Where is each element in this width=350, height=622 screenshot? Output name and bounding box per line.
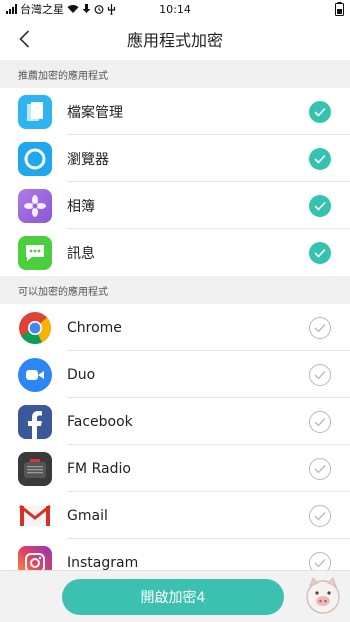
app-name: Gmail: [67, 507, 108, 524]
pig-mascot-icon: [306, 577, 340, 614]
app-name: 檔案管理: [67, 104, 123, 121]
file-manager-icon: [18, 94, 52, 129]
list-item[interactable]: Duo: [0, 351, 350, 398]
carrier-label: 台灣之星: [20, 3, 64, 16]
app-name: 瀏覽器: [67, 151, 109, 168]
chrome-icon: [18, 311, 52, 345]
list-item[interactable]: Gmail: [0, 492, 350, 539]
list-item[interactable]: FM Radio: [0, 445, 350, 492]
messages-icon: [18, 235, 52, 270]
list-item[interactable]: 檔案管理: [0, 88, 350, 135]
recommended-list: 檔案管理 瀏覽器 相簿 訊息: [0, 88, 350, 276]
checked-icon[interactable]: [309, 195, 331, 217]
list-item[interactable]: Facebook: [0, 398, 350, 445]
battery-icon: [335, 2, 344, 16]
app-name: Duo: [67, 366, 96, 383]
photos-icon: [18, 188, 52, 223]
app-name: 相簿: [67, 198, 95, 215]
list-item[interactable]: Chrome: [0, 304, 350, 351]
app-header: 應用程式加密: [0, 18, 350, 60]
section-header-recommended: 推薦加密的應用程式: [0, 60, 350, 88]
unchecked-icon[interactable]: [309, 317, 331, 339]
download-icon: [82, 4, 91, 13]
fm-radio-icon: [18, 451, 52, 486]
enable-encryption-button[interactable]: 開啟加密4: [62, 578, 284, 615]
app-name: FM Radio: [67, 460, 131, 477]
app-name: Facebook: [67, 413, 133, 430]
checked-icon[interactable]: [309, 242, 331, 264]
checked-icon[interactable]: [309, 101, 331, 123]
page-title: 應用程式加密: [126, 31, 223, 50]
list-item[interactable]: 訊息: [0, 229, 350, 276]
duo-icon: [18, 357, 52, 392]
unchecked-icon[interactable]: [309, 505, 331, 527]
checked-icon[interactable]: [309, 148, 331, 170]
alarm-icon: [94, 5, 104, 14]
section-header-available: 可以加密的應用程式: [0, 276, 350, 304]
app-name: 訊息: [67, 245, 95, 262]
usb-icon: [107, 3, 116, 15]
back-arrow-icon: [18, 30, 29, 48]
unchecked-icon[interactable]: [309, 364, 331, 386]
status-bar: 台灣之星 10:14: [0, 0, 350, 18]
bottom-bar: 開啟加密4: [0, 570, 350, 622]
unchecked-icon[interactable]: [309, 411, 331, 433]
clock: 10:14: [159, 2, 191, 16]
wifi-icon: [67, 5, 79, 13]
browser-icon: [18, 141, 52, 176]
app-name: Instagram: [67, 554, 139, 571]
unchecked-icon[interactable]: [309, 458, 331, 480]
list-item[interactable]: 瀏覽器: [0, 135, 350, 182]
gmail-icon: [18, 499, 52, 533]
back-button[interactable]: [14, 27, 34, 51]
signal-icon: [6, 4, 17, 14]
list-item[interactable]: 相簿: [0, 182, 350, 229]
facebook-icon: [18, 404, 52, 439]
app-name: Chrome: [67, 319, 122, 336]
available-list: Chrome Duo Facebook FM Radio Gmail Insta…: [0, 304, 350, 586]
